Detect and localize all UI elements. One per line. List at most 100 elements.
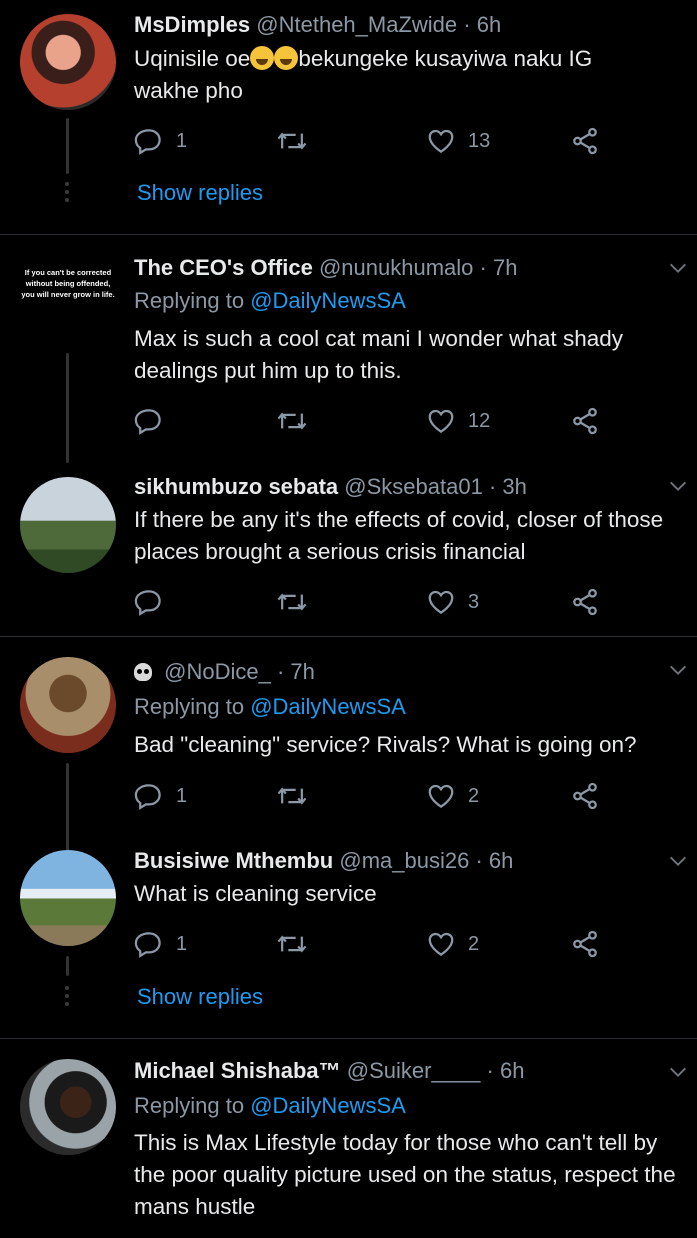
tweet-actions: 12: [134, 404, 614, 438]
handle[interactable]: @NoDice_: [164, 659, 271, 684]
timestamp[interactable]: 7h: [493, 255, 517, 280]
crying-emoji-icon: [274, 46, 299, 70]
share-button[interactable]: [570, 779, 600, 813]
replying-to: Replying to @DailyNewsSA: [134, 286, 406, 316]
tweet-text: Bad "cleaning" service? Rivals? What is …: [134, 732, 637, 757]
avatar[interactable]: [20, 850, 116, 946]
handle[interactable]: @nunukhumalo: [319, 255, 473, 280]
chevron-down-icon[interactable]: [667, 659, 689, 681]
handle[interactable]: @Ntetheh_MaZwide: [256, 12, 457, 37]
chevron-down-icon[interactable]: [667, 1061, 689, 1083]
tweet-actions: 3: [134, 585, 614, 619]
tweet-header: @NoDice_ · 7h: [134, 657, 315, 687]
avatar[interactable]: [20, 657, 116, 753]
retweet-icon: [277, 935, 307, 953]
timestamp[interactable]: 6h: [489, 848, 513, 873]
display-name[interactable]: MsDimples: [134, 12, 250, 37]
retweet-button[interactable]: [276, 124, 308, 158]
handle[interactable]: @Suiker____: [347, 1058, 481, 1083]
avatar[interactable]: [20, 14, 116, 110]
mention-link[interactable]: @DailyNewsSA: [250, 694, 406, 719]
retweet-button[interactable]: [276, 404, 308, 438]
reply-button[interactable]: 1: [134, 124, 187, 158]
show-replies-link[interactable]: Show replies: [137, 180, 263, 206]
tweet-actions: 1 2: [134, 927, 614, 961]
chevron-down-icon[interactable]: [667, 257, 689, 279]
avatar[interactable]: [20, 1059, 116, 1155]
display-name[interactable]: sikhumbuzo sebata: [134, 474, 338, 499]
skull-emoji-icon: [134, 663, 152, 681]
tweet-text: What is cleaning service: [134, 881, 377, 906]
share-icon: [573, 407, 597, 435]
reply-button[interactable]: 1: [134, 779, 187, 813]
tweet-text: This is Max Lifestyle today for those wh…: [134, 1130, 676, 1219]
share-button[interactable]: [570, 404, 600, 438]
reply-icon: [134, 932, 161, 958]
reply-count: 1: [176, 129, 188, 152]
share-icon: [573, 588, 597, 616]
chevron-down-icon[interactable]: [667, 850, 689, 872]
reply-count: 1: [176, 932, 188, 955]
like-count: 12: [468, 409, 491, 432]
separator-dot: ·: [276, 659, 285, 684]
heart-icon: [428, 409, 454, 433]
display-name[interactable]: The CEO's Office: [134, 255, 313, 280]
thread-line: [66, 353, 69, 463]
tweet-text: Uqinisile oe bekungeke kusayiwa naku IG w…: [134, 43, 685, 107]
heart-icon: [428, 590, 454, 614]
show-replies-link[interactable]: Show replies: [137, 984, 263, 1010]
tweet-text: Max is such a cool cat mani I wonder wha…: [134, 326, 623, 383]
tweet-text: If there be any it's the effects of covi…: [134, 507, 664, 564]
heart-icon: [428, 129, 454, 153]
tweet-actions: 1 2: [134, 779, 614, 813]
reply-button[interactable]: [134, 404, 164, 438]
chevron-down-icon[interactable]: [667, 475, 689, 497]
tweet-text-part: wakhe pho: [134, 78, 243, 103]
retweet-icon: [277, 593, 307, 611]
like-button[interactable]: 13: [426, 124, 490, 158]
avatar[interactable]: [20, 477, 116, 573]
share-button[interactable]: [570, 124, 600, 158]
tweet-header: Busisiwe Mthembu @ma_busi26 · 6h: [134, 846, 513, 876]
like-count: 13: [468, 129, 491, 152]
reply-button[interactable]: 1: [134, 927, 187, 961]
mention-link[interactable]: @DailyNewsSA: [250, 1093, 406, 1118]
tweet-nodice[interactable]: @NoDice_ · 7h Replying to @DailyNewsSA B…: [0, 637, 697, 853]
tweet-ceos-office[interactable]: If you can't be corrected without being …: [0, 235, 697, 463]
tweet-sikhumbuzo[interactable]: sikhumbuzo sebata @Sksebata01 · 3h If th…: [0, 465, 697, 635]
like-button[interactable]: 12: [426, 404, 490, 438]
like-count: 2: [468, 932, 480, 955]
separator-dot: ·: [475, 848, 483, 873]
reply-button[interactable]: [134, 585, 164, 619]
tweet-busisiwe[interactable]: Busisiwe Mthembu @ma_busi26 · 6h What is…: [0, 840, 697, 1038]
retweet-button[interactable]: [276, 585, 308, 619]
share-icon: [573, 782, 597, 810]
separator-dot: ·: [479, 255, 487, 280]
tweet-michael-shishaba[interactable]: Michael Shishaba™ @Suiker____ · 6h Reply…: [0, 1039, 697, 1238]
retweet-icon: [277, 412, 307, 430]
handle[interactable]: @ma_busi26: [339, 848, 469, 873]
tweet-msdimples[interactable]: MsDimples @Ntetheh_MaZwide · 6h Uqinisil…: [0, 0, 697, 234]
tweet-text-part: Uqinisile oe: [134, 46, 251, 71]
display-name[interactable]: Busisiwe Mthembu: [134, 848, 333, 873]
share-button[interactable]: [570, 585, 600, 619]
thread-line: [66, 956, 69, 976]
like-button[interactable]: 3: [426, 585, 479, 619]
avatar[interactable]: If you can't be corrected without being …: [20, 247, 116, 363]
share-button[interactable]: [570, 927, 600, 961]
thread-dots: [65, 986, 70, 1010]
separator-dot: ·: [463, 12, 471, 37]
retweet-button[interactable]: [276, 779, 308, 813]
timestamp[interactable]: 3h: [502, 474, 526, 499]
timestamp[interactable]: 6h: [477, 12, 501, 37]
like-button[interactable]: 2: [426, 927, 479, 961]
timestamp[interactable]: 6h: [500, 1058, 524, 1083]
avatar-quote-text: If you can't be corrected without being …: [21, 268, 115, 299]
retweet-button[interactable]: [276, 927, 308, 961]
mention-link[interactable]: @DailyNewsSA: [250, 288, 406, 313]
separator-dot: ·: [486, 1058, 494, 1083]
timestamp[interactable]: 7h: [290, 659, 314, 684]
handle[interactable]: @Sksebata01: [344, 474, 483, 499]
display-name[interactable]: Michael Shishaba™: [134, 1058, 341, 1083]
like-button[interactable]: 2: [426, 779, 479, 813]
